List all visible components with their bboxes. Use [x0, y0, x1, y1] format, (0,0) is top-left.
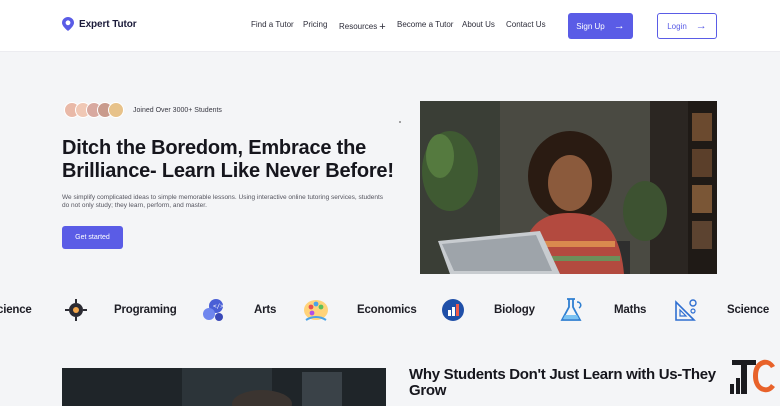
biology-flask-icon — [560, 298, 582, 321]
hero-description: We simplify complicated ideas to simple … — [62, 194, 384, 209]
subject-biology[interactable]: Biology — [494, 304, 535, 316]
hero-student-photo — [420, 101, 717, 274]
subject-economics[interactable]: Economics — [357, 304, 417, 316]
nav-become-a-tutor[interactable]: Become a Tutor — [397, 20, 453, 29]
why-section-title: Why Students Don't Just Learn with Us-Th… — [409, 366, 716, 399]
subjects-strip: cience Programing </> Arts Economics Bio… — [0, 292, 780, 330]
nav-resources-label: Resources — [339, 22, 378, 31]
svg-text:</>: </> — [213, 303, 224, 310]
nav-find-a-tutor[interactable]: Find a Tutor — [251, 20, 294, 29]
joined-students-text: Joined Over 3000+ Students — [133, 107, 222, 114]
subject-maths[interactable]: Maths — [614, 304, 646, 316]
login-label: Login — [667, 21, 687, 31]
tc-watermark-logo — [730, 359, 775, 394]
hero-title: Ditch the Boredom, Embrace the Brillianc… — [62, 137, 394, 182]
subject-science-partial[interactable]: cience — [0, 304, 32, 316]
programming-icon: </> — [203, 299, 224, 321]
nav-pricing[interactable]: Pricing — [303, 20, 327, 29]
arts-palette-icon — [304, 300, 328, 321]
nav-about-us[interactable]: About Us — [462, 20, 495, 29]
nav-resources[interactable]: Resources + — [339, 20, 386, 33]
subject-science[interactable]: Science — [727, 304, 769, 316]
nav-contact-us[interactable]: Contact Us — [506, 20, 546, 29]
plus-icon: + — [379, 21, 386, 33]
science-icon — [65, 299, 87, 321]
student-avatars — [64, 102, 124, 118]
subject-programing[interactable]: Programing — [114, 304, 177, 316]
login-button[interactable]: Login → — [657, 13, 717, 39]
avatar — [108, 102, 124, 118]
subject-arts[interactable]: Arts — [254, 304, 276, 316]
decorative-dot — [399, 121, 401, 123]
economics-chart-icon — [442, 299, 464, 321]
get-started-button[interactable]: Get started — [62, 226, 123, 249]
arrow-right-icon: → — [695, 19, 707, 32]
site-header: Expert Tutor Find a Tutor Pricing Resour… — [0, 0, 780, 52]
classroom-photo — [62, 368, 386, 406]
sign-up-label: Sign Up — [576, 21, 605, 31]
maths-geometry-icon — [675, 299, 697, 321]
arrow-right-icon: → — [613, 19, 625, 32]
sign-up-button[interactable]: Sign Up → — [568, 13, 633, 39]
